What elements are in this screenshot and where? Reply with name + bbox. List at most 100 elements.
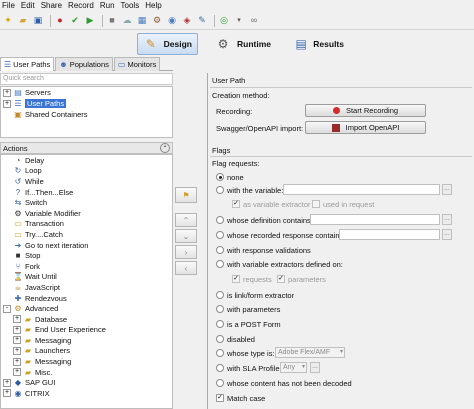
requests-checkbox[interactable]: ✓ requests [232, 273, 272, 285]
match-case-checkbox[interactable]: ✓ Match case [216, 392, 265, 404]
radio-response-validations[interactable]: with response validations [216, 244, 311, 256]
expand-icon[interactable]: + [3, 378, 11, 387]
radio-with-variable[interactable]: with the variable: [216, 184, 283, 196]
radio-button[interactable] [216, 379, 224, 387]
grid-icon[interactable]: ▦ [136, 15, 148, 27]
radio-button[interactable] [216, 231, 224, 239]
check-icon[interactable]: ✔ [69, 15, 81, 27]
radio-button[interactable] [216, 246, 224, 254]
radio-definition-contains[interactable]: whose definition contains: [216, 214, 313, 226]
expand-icon[interactable]: + [3, 99, 11, 108]
definition-contains-field[interactable] [310, 214, 440, 225]
expand-icon[interactable]: + [13, 325, 21, 334]
collapse-icon[interactable]: ⌃ [160, 143, 170, 153]
tree-item-servers[interactable]: + ▤ Servers [1, 87, 172, 98]
checkbox[interactable]: ✓ [216, 394, 224, 402]
action-item[interactable]: ☕ JavaScript [1, 282, 172, 293]
action-group[interactable]: + ▰ Messaging [1, 356, 172, 367]
sla-picker-button[interactable]: … [310, 362, 320, 373]
checkbox[interactable]: ✓ [232, 200, 240, 208]
action-item[interactable]: ▭ Try....Catch [1, 229, 172, 240]
action-item[interactable]: ⚙ Variable Modifier [1, 208, 172, 219]
radio-button[interactable] [216, 291, 224, 299]
move-up-button[interactable]: ⌃ [175, 213, 197, 227]
expand-icon[interactable]: + [13, 315, 21, 324]
expand-icon[interactable]: + [13, 346, 21, 355]
monitor-icon[interactable]: ◉ [166, 15, 178, 27]
tree-item-user-paths[interactable]: + ☰ User Paths [1, 98, 172, 109]
action-item[interactable]: ⑂ Fork [1, 261, 172, 272]
radio-disabled[interactable]: disabled [216, 333, 255, 345]
action-group[interactable]: + ▰ Database [1, 314, 172, 325]
radio-button[interactable] [216, 349, 224, 357]
action-item[interactable]: ↻ Loop [1, 166, 172, 177]
menu-run[interactable]: Run [100, 1, 115, 10]
flag-button[interactable]: ⚑ [175, 187, 197, 203]
radio-post-form[interactable]: is a POST Form [216, 318, 281, 330]
action-group[interactable]: + ◉ CITRIX [1, 388, 172, 399]
used-in-request-checkbox[interactable]: used in request [312, 198, 374, 210]
play-icon[interactable]: ▶ [84, 15, 96, 27]
menu-record[interactable]: Record [68, 1, 94, 10]
checkbox[interactable]: ✓ [232, 275, 240, 283]
edit-icon[interactable]: ✎ [196, 15, 208, 27]
record-icon[interactable]: ● [54, 15, 66, 27]
action-item[interactable]: ▭ Transaction [1, 219, 172, 230]
new-project-icon[interactable]: ✦ [2, 15, 14, 27]
cloud-icon[interactable]: ☁ [121, 15, 133, 27]
open-project-icon[interactable]: ▰ [17, 15, 29, 27]
action-group[interactable]: + ▰ End User Experience [1, 325, 172, 336]
expand-icon[interactable]: + [13, 357, 21, 366]
definition-picker-button[interactable]: … [442, 214, 452, 225]
chart-icon[interactable]: ◈ [181, 15, 193, 27]
menu-share[interactable]: Share [41, 1, 62, 10]
expand-icon[interactable]: + [3, 88, 11, 97]
mode-design[interactable]: ✎ Design [137, 33, 198, 55]
tab-user-paths[interactable]: ☰ User Paths [0, 57, 55, 71]
action-group[interactable]: + ▰ Launchers [1, 346, 172, 357]
sla-profile-select[interactable]: Any ▾ [280, 362, 307, 373]
recorded-response-field[interactable] [339, 229, 440, 240]
action-group[interactable]: + ▰ Messaging [1, 335, 172, 346]
menu-tools[interactable]: Tools [121, 1, 140, 10]
expand-icon[interactable]: + [13, 336, 21, 345]
radio-variable-extractors[interactable]: with variable extractors defined on: [216, 258, 343, 270]
radio-button[interactable] [216, 320, 224, 328]
menu-file[interactable]: File [2, 1, 15, 10]
action-item[interactable]: ↺ While [1, 176, 172, 187]
as-variable-extractor-checkbox[interactable]: ✓ as variable extractor [232, 198, 311, 210]
checkbox[interactable] [312, 200, 320, 208]
move-right-button[interactable]: › [175, 245, 197, 259]
radio-button[interactable] [216, 260, 224, 268]
radio-button[interactable] [216, 173, 224, 181]
action-item[interactable]: ⌛ Wait Until [1, 272, 172, 283]
save-icon[interactable]: ▣ [32, 15, 44, 27]
checkbox[interactable]: ✓ [277, 275, 285, 283]
radio-link-form-extractor[interactable]: is link/form extractor [216, 289, 294, 301]
action-item[interactable]: ⇆ Switch [1, 197, 172, 208]
radio-button[interactable] [216, 186, 224, 194]
start-recording-button[interactable]: Start Recording [305, 104, 426, 117]
action-group[interactable]: + ▰ Misc. [1, 367, 172, 378]
stop-icon[interactable]: ■ [106, 15, 118, 27]
move-left-button[interactable]: ‹ [175, 261, 197, 275]
tab-monitors[interactable]: ▭ Monitors [113, 57, 161, 71]
radio-type-is[interactable]: whose type is: [216, 347, 275, 359]
menu-edit[interactable]: Edit [21, 1, 35, 10]
expand-icon[interactable]: + [3, 389, 11, 398]
action-group[interactable]: - ⚙ Advanced [1, 303, 172, 314]
radio-button[interactable] [216, 364, 224, 372]
menu-help[interactable]: Help [145, 1, 161, 10]
action-item[interactable]: ■ Stop [1, 250, 172, 261]
radio-button[interactable] [216, 305, 224, 313]
radio-not-decoded[interactable]: whose content has not been decoded [216, 377, 352, 389]
settings-icon[interactable]: ⚙ [151, 15, 163, 27]
parameters-checkbox[interactable]: ✓ parameters [277, 273, 326, 285]
link-icon[interactable]: ∞ [248, 15, 260, 27]
type-select[interactable]: Adobe Flex/AMF ▾ [275, 347, 345, 358]
collapse-icon[interactable]: - [3, 304, 11, 313]
mode-runtime[interactable]: ⚙ Runtime [209, 33, 279, 55]
radio-none[interactable]: none [216, 171, 244, 183]
variable-field[interactable] [283, 184, 440, 195]
expand-icon[interactable]: + [13, 368, 21, 377]
